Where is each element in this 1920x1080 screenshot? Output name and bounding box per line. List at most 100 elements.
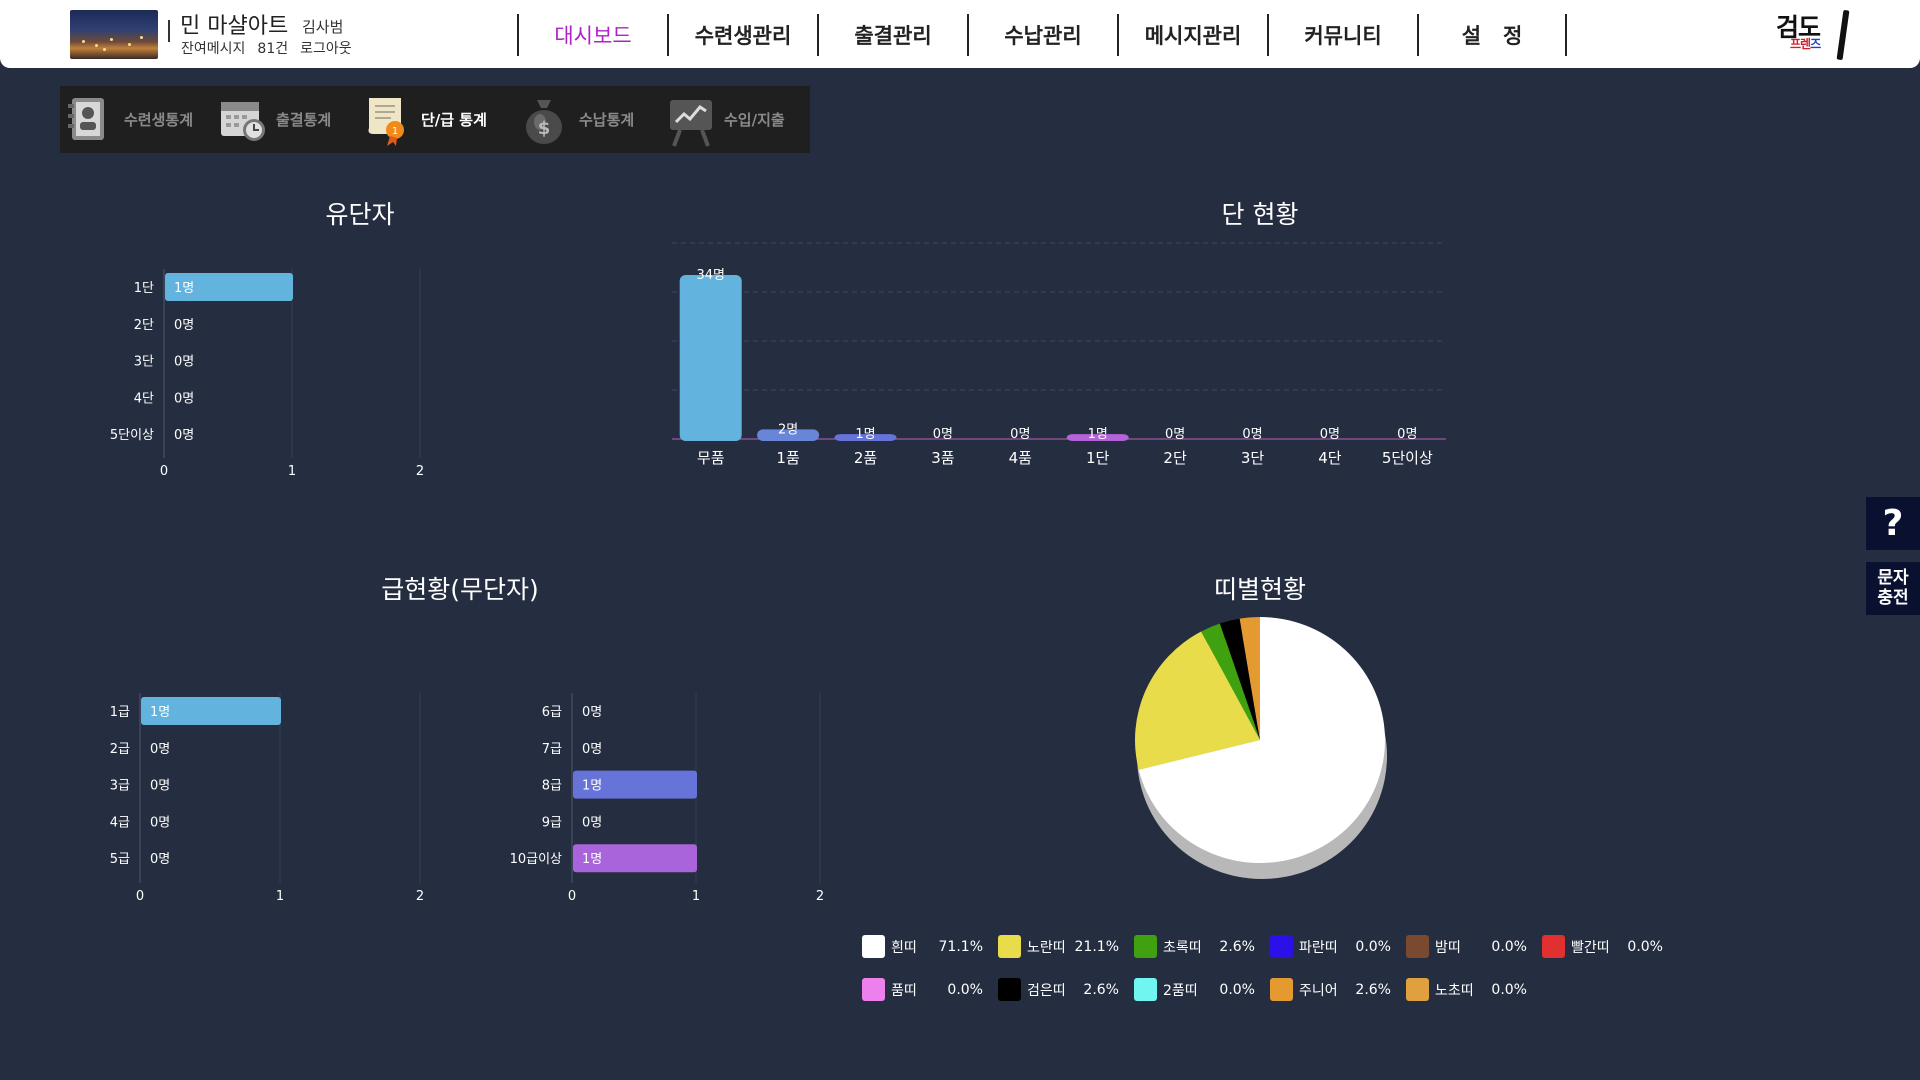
legend-name: 파란띠 [1299, 939, 1338, 956]
geup-right-data-label: 0명 [582, 742, 602, 757]
sms-charge-label-1: 문자 [1877, 568, 1909, 588]
dan-bar [679, 275, 742, 441]
yudanja-data-label: 1명 [174, 281, 194, 296]
legend-swatch [1134, 978, 1157, 1001]
legend-item[interactable]: 검은띠 2.6% [998, 978, 1134, 1001]
dan-data-label: 0명 [1397, 427, 1417, 442]
legend-name: 노초띠 [1435, 982, 1474, 999]
legend-item[interactable]: 노초띠 0.0% [1406, 978, 1542, 1001]
legend-percent: 0.0% [1491, 981, 1527, 998]
legend-swatch [1134, 935, 1157, 958]
geup-right-data-label: 0명 [582, 705, 602, 720]
dan-x-tick-label: 4단 [1318, 449, 1342, 467]
yudanja-data-label: 0명 [174, 428, 194, 443]
yudanja-category-label: 1단 [134, 281, 154, 296]
dan-data-label: 1명 [855, 427, 875, 442]
geup-right-category-label: 10급이상 [510, 852, 562, 867]
legend-swatch [998, 935, 1021, 958]
legend-item[interactable]: 파란띠 0.0% [1270, 935, 1406, 958]
legend-percent: 2.6% [1083, 981, 1119, 998]
legend-swatch [862, 978, 885, 1001]
legend-swatch [862, 935, 885, 958]
geup-right-category-label: 7급 [542, 742, 562, 757]
geup-left-data-label: 0명 [150, 779, 170, 794]
geup-right-category-label: 9급 [542, 815, 562, 830]
legend-swatch [1406, 978, 1429, 1001]
yudanja-x-tick-label: 2 [416, 464, 424, 479]
legend-swatch [1406, 935, 1429, 958]
dan-x-tick-label: 무품 [697, 449, 725, 467]
legend-item[interactable]: 품띠 0.0% [862, 978, 998, 1001]
legend-row: 품띠 0.0% 검은띠 2.6% 2품띠 0.0% 주니어 2.6% 노초띠 0.0% [862, 968, 1682, 1011]
geup-left-data-label: 0명 [150, 742, 170, 757]
geup-right-category-label: 6급 [542, 705, 562, 720]
legend-name: 2품띠 [1163, 982, 1198, 999]
geup-left-data-label: 0명 [150, 852, 170, 867]
legend-name: 빨간띠 [1571, 939, 1610, 956]
yudanja-data-label: 0명 [174, 391, 194, 406]
dan-data-label: 0명 [1010, 427, 1030, 442]
yudanja-category-label: 2단 [134, 318, 154, 333]
legend-percent: 2.6% [1355, 981, 1391, 998]
dan-x-tick-label: 4품 [1009, 449, 1032, 467]
geup-left-data-label: 1명 [150, 705, 170, 720]
geup-right-data-label: 1명 [582, 852, 602, 867]
legend-percent: 0.0% [1627, 938, 1663, 955]
legend-item[interactable]: 빨간띠 0.0% [1542, 935, 1678, 958]
legend-row: 흰띠 71.1% 노란띠 21.1% 초록띠 2.6% 파란띠 0.0% 밤띠 0.0% 빨간띠 0.… [862, 925, 1682, 968]
geup-left-category-label: 2급 [110, 742, 130, 757]
legend-name: 주니어 [1299, 982, 1338, 999]
legend-percent: 2.6% [1219, 938, 1255, 955]
legend-swatch [1542, 935, 1565, 958]
legend-percent: 71.1% [938, 938, 983, 955]
legend-percent: 0.0% [1491, 938, 1527, 955]
legend-item[interactable]: 흰띠 71.1% [862, 935, 998, 958]
yudanja-category-label: 5단이상 [110, 428, 154, 443]
legend-percent: 0.0% [947, 981, 983, 998]
yudanja-category-label: 3단 [134, 355, 154, 370]
legend-swatch [1270, 935, 1293, 958]
sms-charge-label-2: 충전 [1877, 588, 1909, 608]
geup-left-x-tick-label: 1 [276, 889, 284, 904]
yudanja-x-tick-label: 1 [288, 464, 296, 479]
dan-data-label: 0명 [1242, 427, 1262, 442]
legend-item[interactable]: 2품띠 0.0% [1134, 978, 1270, 1001]
legend-name: 노란띠 [1027, 939, 1066, 956]
dan-x-tick-label: 2단 [1163, 449, 1187, 467]
legend-name: 흰띠 [891, 939, 917, 956]
belt-legend: 흰띠 71.1% 노란띠 21.1% 초록띠 2.6% 파란띠 0.0% 밤띠 0.0% 빨간띠 0.… [862, 925, 1682, 1011]
charts-canvas: 0 1 2 1단 1명 2단 0명 3단 0명 4단 0명 5단이상 0명 0 1 2 1급 1명 2급 0명 3급 0명… [110, 242, 1446, 904]
dan-data-label: 0명 [933, 427, 953, 442]
yudanja-data-label: 0명 [174, 355, 194, 370]
geup-left-category-label: 4급 [110, 815, 130, 830]
legend-percent: 0.0% [1355, 938, 1391, 955]
geup-right-data-label: 0명 [582, 815, 602, 830]
dan-data-label: 2명 [778, 422, 798, 437]
legend-swatch [998, 978, 1021, 1001]
legend-swatch [1270, 978, 1293, 1001]
legend-percent: 0.0% [1219, 981, 1255, 998]
legend-item[interactable]: 초록띠 2.6% [1134, 935, 1270, 958]
dan-data-label: 34명 [696, 268, 725, 283]
dan-x-tick-label: 1단 [1086, 449, 1110, 467]
legend-percent: 21.1% [1074, 938, 1119, 955]
legend-item[interactable]: 주니어 2.6% [1270, 978, 1406, 1001]
legend-name: 초록띠 [1163, 939, 1202, 956]
sms-charge-button[interactable]: 문자 충전 [1866, 562, 1920, 615]
geup-left-category-label: 5급 [110, 852, 130, 867]
geup-left-data-label: 0명 [150, 815, 170, 830]
yudanja-category-label: 4단 [134, 391, 154, 406]
legend-name: 품띠 [891, 982, 917, 999]
legend-item[interactable]: 밤띠 0.0% [1406, 935, 1542, 958]
geup-left-category-label: 1급 [110, 705, 130, 720]
geup-right-x-tick-label: 2 [816, 889, 824, 904]
help-button[interactable]: ? [1866, 497, 1920, 550]
dan-x-tick-label: 1품 [776, 449, 799, 467]
legend-name: 밤띠 [1435, 939, 1461, 956]
geup-right-x-tick-label: 0 [568, 889, 576, 904]
legend-item[interactable]: 노란띠 21.1% [998, 935, 1134, 958]
dan-data-label: 1명 [1088, 427, 1108, 442]
dan-data-label: 0명 [1320, 427, 1340, 442]
legend-name: 검은띠 [1027, 982, 1066, 999]
dan-x-tick-label: 3품 [931, 449, 954, 467]
